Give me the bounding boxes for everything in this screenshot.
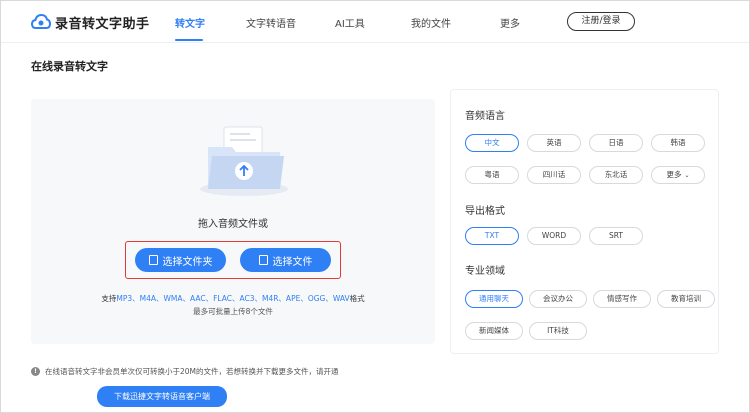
export-title: 导出格式	[465, 206, 505, 217]
download-client-button[interactable]: 下载迅捷文字转语音客户端	[97, 386, 227, 407]
lang-option-cantonese[interactable]: 粤语	[465, 166, 519, 184]
select-file-label: 选择文件	[272, 256, 313, 268]
formats-prefix: 支持	[101, 294, 117, 303]
folder-icon	[148, 255, 158, 265]
supported-formats: 支持MP3、M4A、WMA、AAC、FLAC、AC3、M4R、APE、OGG、W…	[31, 293, 435, 304]
cloud-logo-icon	[31, 13, 51, 29]
file-icon	[258, 255, 268, 265]
select-file-button[interactable]: 选择文件	[240, 248, 331, 272]
domain-option-chat[interactable]: 通用聊天	[465, 290, 523, 308]
domain-option-meeting[interactable]: 会议办公	[529, 290, 587, 308]
formats-suffix: 格式	[349, 294, 365, 303]
notice-text: 在线语音转文字非会员单次仅可转换小于20M的文件，若想转换并下载更多文件，请开通	[45, 367, 339, 376]
nav-item-transcribe[interactable]: 转文字	[175, 15, 205, 30]
login-button[interactable]: 注册/登录	[567, 12, 635, 31]
page-title: 在线录音转文字	[31, 60, 108, 73]
export-option-word[interactable]: WORD	[527, 227, 581, 245]
domain-option-it[interactable]: IT科技	[529, 322, 587, 340]
export-option-srt[interactable]: SRT	[589, 227, 643, 245]
nav-active-indicator	[175, 39, 203, 41]
nav-item-ai-tools[interactable]: AI工具	[335, 15, 365, 30]
select-folder-button[interactable]: 选择文件夹	[135, 248, 226, 272]
batch-limit-text: 最多可批量上传8个文件	[193, 307, 273, 316]
top-nav: 录音转文字助手 转文字 文字转语音 AI工具 我的文件 更多 注册/登录	[1, 1, 749, 43]
lang-option-korean[interactable]: 韩语	[651, 134, 705, 152]
lang-option-chinese[interactable]: 中文	[465, 134, 519, 152]
lang-option-japanese[interactable]: 日语	[589, 134, 643, 152]
formats-list: MP3、M4A、WMA、AAC、FLAC、AC3、M4R、APE、OGG、WAV	[116, 294, 350, 303]
chevron-down-icon: ⌄	[684, 172, 690, 179]
domain-option-writing[interactable]: 情感写作	[593, 290, 651, 308]
member-notice: ! 在线语音转文字非会员单次仅可转换小于20M的文件，若想转换并下载更多文件，请…	[31, 366, 339, 377]
settings-panel: 音频语言 中文 英语 日语 韩语 粤语 四川话 东北话 更多 ⌄ 导出格式 TXT…	[450, 89, 719, 354]
nav-item-my-files[interactable]: 我的文件	[411, 15, 451, 30]
lang-option-english[interactable]: 英语	[527, 134, 581, 152]
domain-option-education[interactable]: 教育培训	[657, 290, 715, 308]
domain-title: 专业领域	[465, 266, 505, 277]
drop-hint-text: 拖入音频文件或	[198, 219, 268, 230]
upload-dropzone[interactable]: 拖入音频文件或 选择文件夹 选择文件 支持MP3、M4A、WMA、AAC、FLA…	[31, 99, 435, 344]
nav-item-more[interactable]: 更多	[500, 15, 520, 30]
app-name: 录音转文字助手	[55, 17, 150, 32]
lang-option-more[interactable]: 更多 ⌄	[651, 166, 705, 184]
info-icon: !	[31, 367, 40, 376]
lang-option-northeast[interactable]: 东北话	[589, 166, 643, 184]
export-option-txt[interactable]: TXT	[465, 227, 519, 245]
domain-option-news[interactable]: 新闻媒体	[465, 322, 523, 340]
folder-upload-icon	[200, 126, 288, 196]
select-folder-label: 选择文件夹	[162, 256, 213, 268]
nav-item-tts[interactable]: 文字转语音	[246, 15, 296, 30]
lang-more-label: 更多	[666, 170, 682, 179]
language-title: 音频语言	[465, 111, 505, 122]
app-window: 录音转文字助手 转文字 文字转语音 AI工具 我的文件 更多 注册/登录 在线录…	[0, 0, 750, 413]
lang-option-sichuan[interactable]: 四川话	[527, 166, 581, 184]
